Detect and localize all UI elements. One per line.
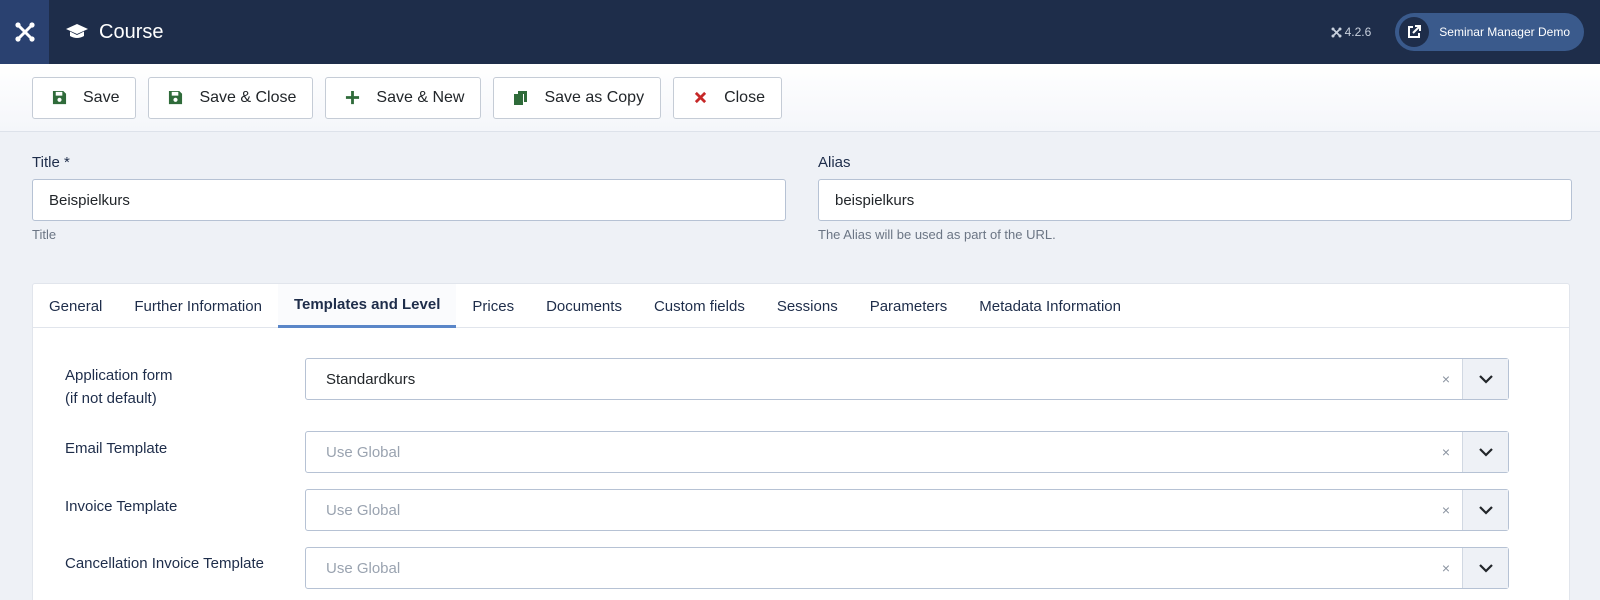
cancellation-template-label: Cancellation Invoice Template	[65, 555, 265, 572]
floppy-disk-icon	[51, 90, 67, 106]
save-new-label: Save & New	[376, 88, 465, 106]
chevron-down-icon[interactable]	[1462, 490, 1508, 530]
tab-prices[interactable]: Prices	[456, 284, 530, 328]
invoice-template-value: Use Global	[326, 501, 401, 519]
graduation-cap-icon	[66, 24, 88, 38]
version-label: 4.2.6	[1331, 25, 1372, 39]
email-template-label: Email Template	[65, 440, 168, 457]
application-form-label: Application form (if not default)	[65, 364, 305, 410]
joomla-small-icon	[1331, 27, 1342, 37]
tab-metadata-information[interactable]: Metadata Information	[963, 284, 1137, 328]
tab-general[interactable]: General	[33, 284, 118, 328]
email-template-value: Use Global	[326, 443, 401, 461]
chevron-down-icon[interactable]	[1462, 548, 1508, 588]
top-header: Course 4.2.6 Seminar Manager Demo	[0, 0, 1600, 64]
close-icon	[692, 90, 708, 106]
application-form-label-line1: Application form	[65, 367, 173, 384]
plus-icon	[344, 90, 360, 106]
clear-icon[interactable]: ×	[1436, 560, 1456, 576]
page-title: Course	[99, 20, 164, 43]
tab-templates-and-level[interactable]: Templates and Level	[277, 284, 457, 328]
tab-sessions[interactable]: Sessions	[761, 284, 854, 328]
title-input[interactable]	[32, 179, 786, 221]
save-close-button[interactable]: Save & Close	[148, 76, 314, 119]
clear-icon[interactable]: ×	[1436, 444, 1456, 460]
save-copy-button[interactable]: Save as Copy	[493, 76, 662, 119]
joomla-logo[interactable]	[0, 0, 49, 64]
application-form-select[interactable]: Standardkurs ×	[305, 358, 1509, 400]
alias-label: Alias	[818, 154, 851, 171]
title-help: Title	[32, 227, 57, 242]
email-template-row: Email Template	[65, 437, 305, 460]
cancellation-template-row: Cancellation Invoice Template	[65, 552, 325, 575]
close-label: Close	[724, 88, 765, 106]
clear-icon[interactable]: ×	[1436, 502, 1456, 518]
alias-field-group: Alias The Alias will be used as part of …	[818, 154, 1572, 242]
tab-custom-fields[interactable]: Custom fields	[638, 284, 761, 328]
tab-parameters[interactable]: Parameters	[854, 284, 964, 328]
version-number: 4.2.6	[1344, 25, 1372, 39]
copy-icon	[512, 90, 528, 106]
site-link-button[interactable]: Seminar Manager Demo	[1395, 13, 1584, 51]
invoice-template-row: Invoice Template	[65, 495, 305, 518]
title-field-group: Title * Title	[32, 154, 786, 242]
chevron-down-icon[interactable]	[1462, 359, 1508, 399]
application-form-row: Application form (if not default)	[65, 364, 305, 410]
alias-input[interactable]	[818, 179, 1572, 221]
save-button[interactable]: Save	[32, 76, 137, 119]
close-button[interactable]: Close	[673, 76, 782, 119]
tab-documents[interactable]: Documents	[530, 284, 638, 328]
tab-bar: General Further Information Templates an…	[33, 284, 1569, 328]
floppy-disk-icon	[167, 90, 183, 106]
alias-help: The Alias will be used as part of the UR…	[818, 227, 1056, 242]
clear-icon[interactable]: ×	[1436, 371, 1456, 387]
save-new-button[interactable]: Save & New	[325, 76, 482, 119]
site-link-label: Seminar Manager Demo	[1439, 25, 1570, 39]
save-close-label: Save & Close	[199, 88, 297, 106]
tabs-panel: General Further Information Templates an…	[32, 283, 1570, 600]
chevron-down-icon[interactable]	[1462, 432, 1508, 472]
cancellation-template-value: Use Global	[326, 559, 401, 577]
external-link-icon	[1399, 17, 1430, 47]
tab-further-information[interactable]: Further Information	[118, 284, 278, 328]
email-template-select[interactable]: Use Global ×	[305, 431, 1509, 473]
application-form-label-line2: (if not default)	[65, 390, 157, 407]
header-right: 4.2.6 Seminar Manager Demo	[1331, 13, 1584, 51]
save-label: Save	[83, 88, 120, 106]
joomla-icon	[14, 22, 35, 42]
invoice-template-select[interactable]: Use Global ×	[305, 489, 1509, 531]
toolbar: Save Save & Close Save & New Save as Cop…	[0, 64, 1600, 132]
save-copy-label: Save as Copy	[544, 88, 645, 106]
application-form-value: Standardkurs	[326, 370, 416, 388]
cancellation-template-select[interactable]: Use Global ×	[305, 547, 1509, 589]
invoice-template-label: Invoice Template	[65, 498, 178, 515]
title-label: Title *	[32, 154, 70, 171]
page-heading: Course	[65, 21, 163, 44]
